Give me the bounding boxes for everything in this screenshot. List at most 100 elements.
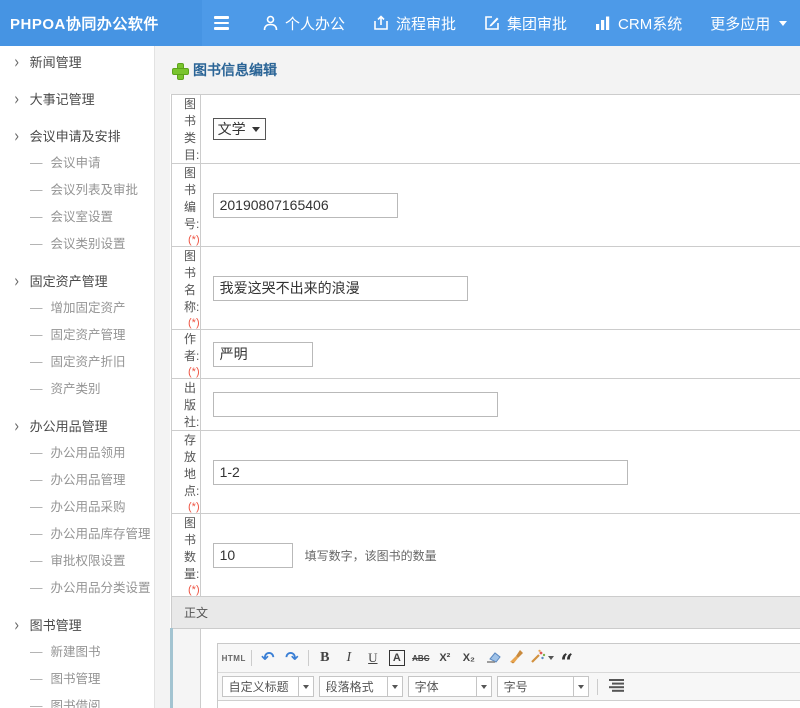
process-approval-icon: [373, 15, 389, 31]
toolbar-separator: [597, 679, 598, 695]
dash-icon: —: [30, 328, 43, 342]
eraser-button[interactable]: [482, 647, 504, 669]
nav-label: 更多应用: [710, 13, 770, 34]
crm-chart-icon: [595, 16, 611, 31]
strikethrough-button[interactable]: ABC: [410, 647, 432, 669]
category-selected-value: 文学: [218, 119, 246, 139]
nav-more-apps[interactable]: 更多应用: [696, 0, 800, 46]
sidebar-item-2-0[interactable]: —会议申请: [0, 150, 154, 177]
author-input[interactable]: [213, 342, 313, 367]
font-family-dropdown[interactable]: 字体: [408, 676, 492, 697]
dash-icon: —: [30, 554, 43, 568]
hamburger-menu-icon[interactable]: [214, 0, 229, 46]
book-no-input[interactable]: [213, 193, 398, 218]
eraser-icon: [485, 650, 501, 667]
sidebar-item-3-0[interactable]: —增加固定资产: [0, 295, 154, 322]
field-row-author: 作者:(*): [172, 330, 800, 379]
sidebar-item-label: 新建图书: [51, 645, 101, 659]
nav-crm-system[interactable]: CRM系统: [581, 0, 696, 46]
publisher-input[interactable]: [213, 392, 498, 417]
location-input-cell: [200, 431, 800, 514]
dropdown-arrow: [573, 676, 588, 697]
green-plus-icon: [172, 63, 187, 78]
sidebar-item-4-4[interactable]: —审批权限设置: [0, 548, 154, 575]
sidebar-group-0[interactable]: ›新闻管理: [0, 49, 154, 76]
nav-personal-office[interactable]: 个人办公: [249, 0, 359, 46]
dropdown-arrow: [476, 676, 491, 697]
undo-button[interactable]: ↶: [257, 647, 279, 669]
source-code-button[interactable]: HTML: [222, 647, 246, 669]
sidebar-item-label: 会议类别设置: [51, 237, 126, 251]
location-input[interactable]: [213, 460, 628, 485]
sidebar-item-2-1[interactable]: —会议列表及审批: [0, 177, 154, 204]
superscript-button[interactable]: X²: [434, 647, 456, 669]
sidebar-item-5-0[interactable]: —新建图书: [0, 639, 154, 666]
sidebar-item-2-2[interactable]: —会议室设置: [0, 204, 154, 231]
caret-down-icon: [578, 685, 584, 689]
align-button[interactable]: [606, 676, 628, 698]
underline-button[interactable]: U: [362, 647, 384, 669]
chevron-right-icon: ›: [14, 266, 19, 300]
heading-style-dropdown[interactable]: 自定义标题: [222, 676, 314, 697]
sidebar-item-4-0[interactable]: —办公用品领用: [0, 440, 154, 467]
nav-group-approval[interactable]: 集团审批: [470, 0, 581, 46]
sidebar-item-3-2[interactable]: —固定资产折旧: [0, 349, 154, 376]
sidebar-item-3-1[interactable]: —固定资产管理: [0, 322, 154, 349]
format-brush-button[interactable]: [506, 647, 528, 669]
book-no-label-cell: 图书编号:(*): [172, 164, 201, 247]
field-label: 图书名称:: [184, 249, 199, 314]
category-select[interactable]: 文学: [213, 118, 266, 140]
sidebar-group-1[interactable]: ›大事记管理: [0, 86, 154, 113]
chevron-right-icon: ›: [14, 610, 19, 644]
bold-button[interactable]: B: [314, 647, 336, 669]
field-label: 图书数量:: [184, 516, 199, 581]
select-caret-icon: [252, 127, 260, 132]
editor-content-area[interactable]: 2: [218, 701, 800, 708]
sidebar-item-5-1[interactable]: —图书管理: [0, 666, 154, 693]
sidebar-group-2[interactable]: ›会议申请及安排: [0, 123, 154, 150]
sidebar-item-5-2[interactable]: —图书借阅: [0, 693, 154, 708]
sidebar-group-5[interactable]: ›图书管理: [0, 612, 154, 639]
redo-button[interactable]: ↷: [281, 647, 303, 669]
subscript-button[interactable]: X₂: [458, 647, 480, 669]
sidebar-item-label: 会议列表及审批: [51, 183, 139, 197]
sidebar-group-4[interactable]: ›办公用品管理: [0, 413, 154, 440]
caret-down-icon: [779, 21, 787, 26]
dash-icon: —: [30, 473, 43, 487]
dropdown-label: 段落格式: [320, 678, 387, 695]
hamburger-bar: [214, 16, 229, 19]
sidebar-item-2-3[interactable]: —会议类别设置: [0, 231, 154, 258]
sidebar-item-4-1[interactable]: — 办公用品管理: [0, 467, 154, 494]
sidebar-item-3-3[interactable]: — 资产类别: [0, 376, 154, 403]
chevron-right-icon: ›: [14, 47, 19, 81]
field-label: 作者:: [184, 332, 199, 363]
app-logo-title: PHPOA协同办公软件: [10, 13, 159, 34]
special-effects-button[interactable]: [530, 647, 554, 669]
italic-button[interactable]: I: [338, 647, 360, 669]
sidebar-item-label: 会议室设置: [51, 210, 114, 224]
logo-area: PHPOA协同办公软件: [0, 0, 202, 46]
sidebar-group-label: 图书管理: [30, 618, 82, 633]
paragraph-format-dropdown[interactable]: 段落格式: [319, 676, 403, 697]
font-color-button[interactable]: A: [386, 647, 408, 669]
main-content: 图书信息编辑 图书类目: 文学 图书编号:(*): [155, 46, 800, 708]
nav-process-approval[interactable]: 流程审批: [359, 0, 470, 46]
field-row-location: 存放地点:(*): [172, 431, 800, 514]
sidebar-item-label: 办公用品采购: [51, 500, 126, 514]
dash-icon: —: [30, 382, 43, 396]
dropdown-label: 字号: [498, 678, 573, 695]
sidebar-group-3[interactable]: ›固定资产管理: [0, 268, 154, 295]
book-name-input-cell: [200, 247, 800, 330]
book-name-input[interactable]: [213, 276, 468, 301]
sidebar-item-label: 资产类别: [51, 382, 101, 396]
sidebar-group-label: 固定资产管理: [30, 274, 108, 289]
quantity-input[interactable]: [213, 543, 293, 568]
sidebar-item-4-3[interactable]: —办公用品库存管理: [0, 521, 154, 548]
sidebar-item-4-2[interactable]: —办公用品采购: [0, 494, 154, 521]
sidebar-item-label: 办公用品分类设置: [51, 581, 151, 595]
sidebar-item-4-5[interactable]: —办公用品分类设置: [0, 575, 154, 602]
blockquote-button[interactable]: “: [556, 647, 578, 669]
sidebar-item-label: 办公用品管理: [51, 473, 126, 487]
field-row-category: 图书类目: 文学: [172, 95, 800, 164]
font-size-dropdown[interactable]: 字号: [497, 676, 589, 697]
